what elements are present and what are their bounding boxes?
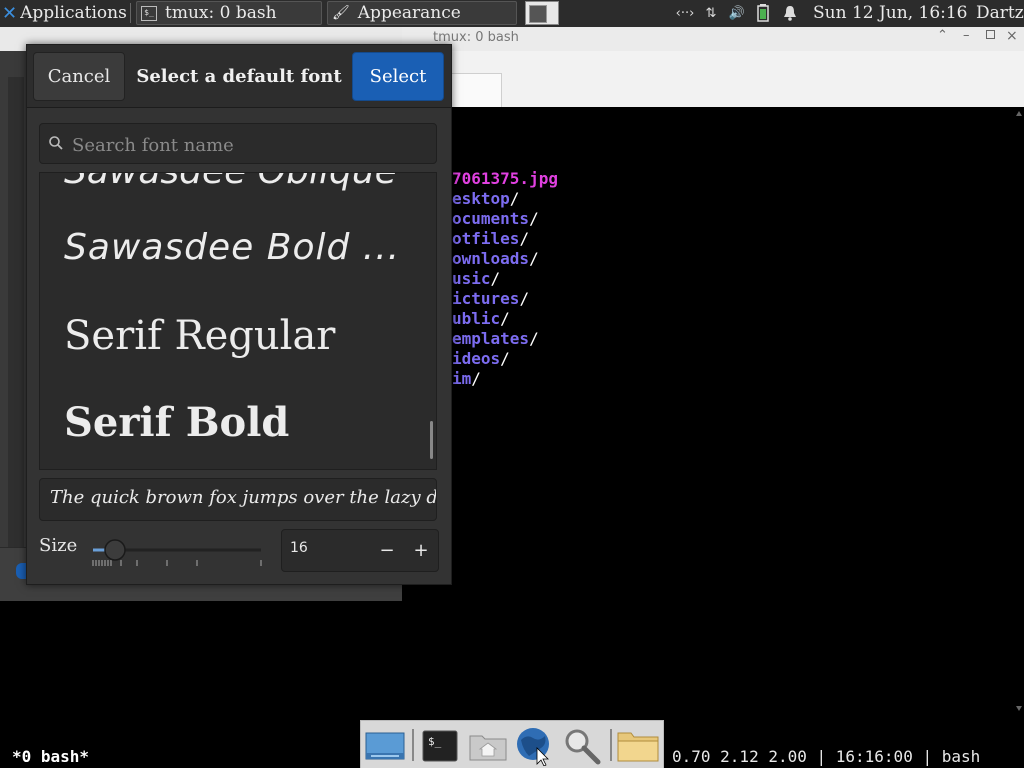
xfce-logo-icon: ✕ <box>2 2 18 24</box>
file-entry: otfiles/ <box>452 229 529 248</box>
terminal-scrollbar[interactable] <box>1016 111 1022 711</box>
transfer-icon[interactable]: ⇅ <box>702 4 720 22</box>
applications-label: Applications <box>20 3 127 23</box>
file-entry: ownloads/ <box>452 249 539 268</box>
select-button[interactable]: Select <box>352 52 444 101</box>
dock-separator <box>412 729 414 761</box>
file-entry: usic/ <box>452 269 500 288</box>
window-close-icon[interactable]: × <box>1006 28 1018 44</box>
file-name: ideos <box>452 349 501 368</box>
size-increase-button[interactable]: + <box>404 530 438 571</box>
terminal-titlebar: tmux: 0 bash ⌃ – × <box>402 27 1024 51</box>
file-entry: emplates/ <box>452 329 539 348</box>
cancel-button[interactable]: Cancel <box>33 52 125 101</box>
appearance-sidebar <box>8 77 24 567</box>
task-label: Appearance <box>357 3 461 23</box>
size-spinbutton: 16 − + <box>281 529 439 572</box>
window-collapse-icon[interactable]: ⌃ <box>937 28 948 43</box>
file-name: ownloads <box>452 249 530 268</box>
font-row-sawasdee-bold[interactable]: Sawasdee Bold ... <box>64 227 400 268</box>
file-entry: im/ <box>452 369 481 388</box>
font-row-serif-regular[interactable]: Serif Regular <box>64 313 335 359</box>
network-icon[interactable]: ‹··› <box>676 4 695 22</box>
file-suffix: / <box>519 229 530 248</box>
volume-icon[interactable]: 🔊 <box>728 4 746 22</box>
dock: $_ <box>360 720 664 768</box>
font-row-sawasdee-oblique[interactable]: Sawasdee Oblique <box>64 173 397 192</box>
font-preview-entry[interactable]: The quick brown fox jumps over the lazy … <box>39 478 437 521</box>
font-preview-text: The quick brown fox jumps over the lazy … <box>50 487 437 508</box>
task-appearance[interactable]: 🖌 Appearance <box>327 1 517 25</box>
size-decrease-button[interactable]: − <box>370 530 404 571</box>
font-row-serif-bold[interactable]: Serif Bold <box>64 399 289 446</box>
user-menu[interactable]: Dartz <box>976 0 1024 26</box>
notification-bell-icon[interactable] <box>781 4 799 22</box>
search-icon <box>49 136 63 150</box>
file-entry: esktop/ <box>452 189 519 208</box>
file-entry: ocuments/ <box>452 209 539 228</box>
size-value[interactable]: 16 <box>290 540 308 556</box>
tmux-status-right: 0.70 2.12 2.00 | 16:16:00 | bash <box>672 747 981 766</box>
terminal-window: tmux: 0 bash ⌃ – × 7061375.jpg esktop/ocu… <box>402 27 1024 723</box>
web-browser-icon[interactable] <box>514 726 556 766</box>
size-label: Size <box>39 535 78 556</box>
file-name: 7061375.jpg <box>452 169 558 188</box>
file-suffix: / <box>500 309 510 328</box>
appearance-icon: 🖌 <box>332 5 350 21</box>
file-name: otfiles <box>452 229 520 248</box>
task-label: tmux: 0 bash <box>165 3 277 23</box>
workspace-switcher[interactable] <box>525 1 559 25</box>
file-suffix: / <box>490 269 501 288</box>
dialog-header: Cancel Select a default font Select <box>27 45 451 108</box>
file-suffix: / <box>471 369 481 388</box>
task-tmux-bash[interactable]: $_ tmux: 0 bash <box>136 1 322 25</box>
font-list[interactable]: Sawasdee Oblique Sawasdee Bold ... Serif… <box>39 172 437 470</box>
search-icon[interactable] <box>561 726 603 766</box>
window-maximize-icon[interactable] <box>986 30 995 39</box>
panel-separator <box>130 3 131 23</box>
window-title: tmux: 0 bash <box>433 30 519 45</box>
battery-icon[interactable] <box>754 4 772 22</box>
tmux-window-list: *0 bash* <box>12 747 90 766</box>
clock[interactable]: Sun 12 Jun, 16:16 <box>813 0 968 26</box>
top-panel: ✕ Applications $_ tmux: 0 bash 🖌 Appeara… <box>0 0 1024 27</box>
file-name: im <box>452 369 472 388</box>
font-search-input[interactable] <box>70 130 434 160</box>
font-search-box <box>39 123 437 164</box>
font-chooser-dialog: Cancel Select a default font Select Sawa… <box>26 44 452 585</box>
terminal-launcher-icon[interactable]: $_ <box>419 726 461 766</box>
dialog-title: Select a default font <box>136 66 342 87</box>
file-name: ocuments <box>452 209 530 228</box>
file-name: emplates <box>452 329 530 348</box>
file-name: ictures <box>452 289 520 308</box>
file-entry: ictures/ <box>452 289 529 308</box>
show-desktop-icon[interactable] <box>364 726 406 766</box>
file-suffix: / <box>529 329 539 348</box>
home-folder-icon[interactable] <box>467 726 509 766</box>
font-list-scrollbar[interactable] <box>430 421 433 459</box>
file-entry: 7061375.jpg <box>452 169 558 188</box>
size-slider[interactable] <box>91 539 263 569</box>
file-suffix: / <box>529 249 539 268</box>
file-entry: ublic/ <box>452 309 510 328</box>
file-suffix: / <box>509 189 520 208</box>
file-name: ublic <box>452 309 501 328</box>
dock-separator <box>610 729 612 761</box>
file-suffix: / <box>519 289 530 308</box>
folder-icon[interactable] <box>617 726 659 766</box>
svg-text:$_: $_ <box>428 735 442 748</box>
file-name: usic <box>452 269 491 288</box>
terminal-icon: $_ <box>141 5 157 21</box>
workspace-window-preview <box>529 5 547 23</box>
file-suffix: / <box>529 209 539 228</box>
applications-menu[interactable]: ✕ Applications <box>2 0 127 26</box>
window-minimize-icon[interactable]: – <box>963 28 970 43</box>
file-name: esktop <box>452 189 510 208</box>
file-entry: ideos/ <box>452 349 510 368</box>
file-suffix: / <box>500 349 510 368</box>
terminal-content[interactable]: 7061375.jpg esktop/ocuments/otfiles/ownlo… <box>402 107 1024 723</box>
terminal-tabbar <box>402 51 1024 108</box>
